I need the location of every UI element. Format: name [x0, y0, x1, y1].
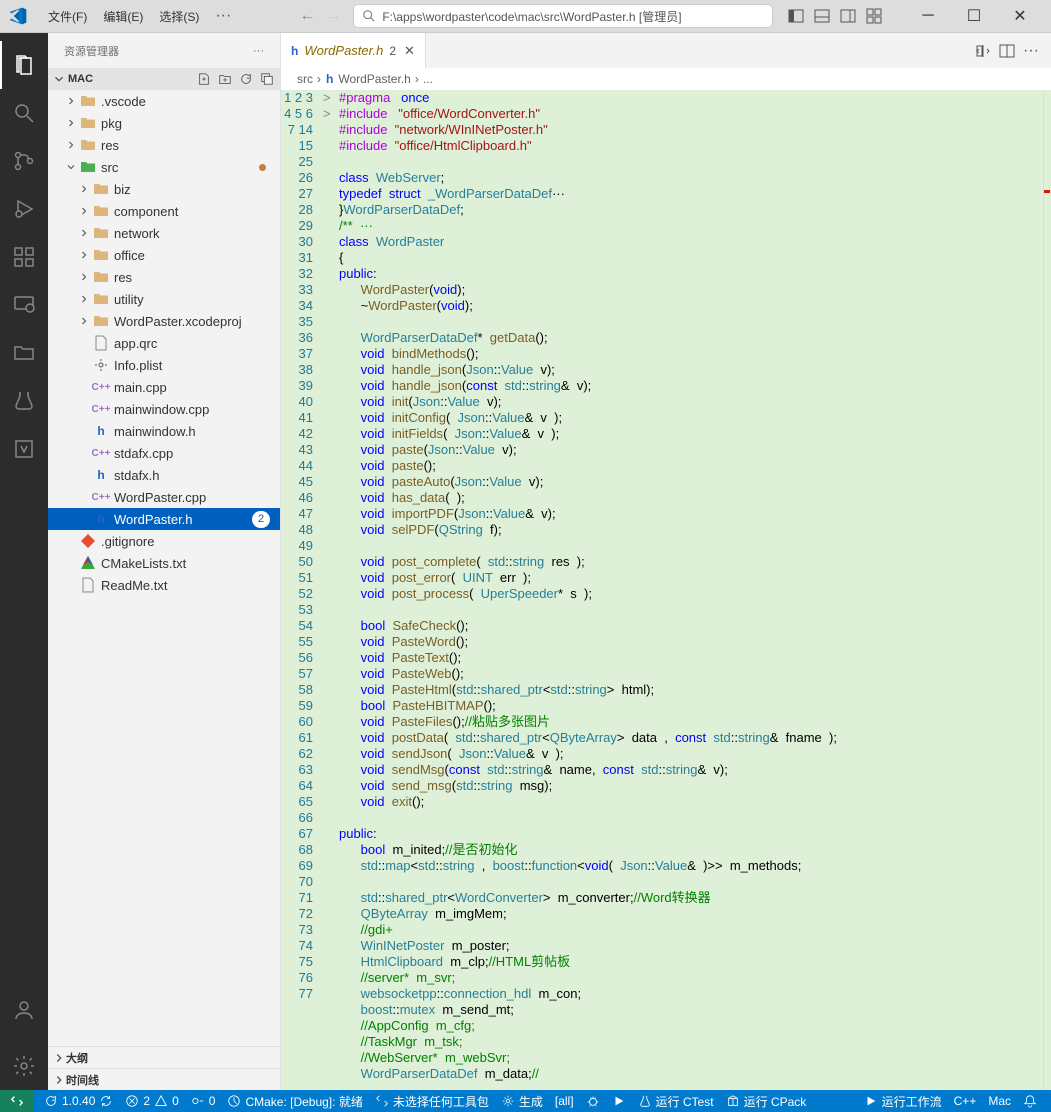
compare-icon[interactable]	[975, 43, 991, 59]
tree-item-main-cpp[interactable]: C++main.cpp	[48, 376, 280, 398]
tree-item-utility[interactable]: utility	[48, 288, 280, 310]
tree-item-readme-txt[interactable]: ReadMe.txt	[48, 574, 280, 596]
tree-item-cmakelists-txt[interactable]: CMakeLists.txt	[48, 552, 280, 574]
command-center[interactable]: F:\apps\wordpaster\code\mac\src\WordPast…	[353, 4, 773, 28]
new-file-icon[interactable]	[197, 72, 211, 86]
tree-item-app-qrc[interactable]: app.qrc	[48, 332, 280, 354]
tab-more[interactable]: ···	[1023, 42, 1039, 60]
timeline-section[interactable]: 时间线	[48, 1068, 280, 1090]
sidebar-title: 资源管理器 ···	[48, 33, 280, 68]
activity-explorer[interactable]	[0, 41, 48, 89]
h-file-icon: h	[326, 72, 333, 86]
chevron-down-icon	[52, 72, 66, 86]
tree-item--gitignore[interactable]: .gitignore	[48, 530, 280, 552]
activity-remote[interactable]	[0, 281, 48, 329]
activity-folder[interactable]	[0, 329, 48, 377]
status-problems[interactable]: 20	[119, 1094, 184, 1108]
h-file-icon: h	[291, 44, 298, 58]
nav-back[interactable]: ←	[299, 7, 315, 25]
close-icon[interactable]: ✕	[404, 43, 415, 59]
status-build[interactable]: 生成	[495, 1093, 549, 1110]
tree-item-office[interactable]: office	[48, 244, 280, 266]
tree-item-src[interactable]: src	[48, 156, 280, 178]
activity-account[interactable]	[0, 986, 48, 1034]
layout-panel-icon[interactable]	[811, 5, 833, 27]
layout-sidebar-right-icon[interactable]	[837, 5, 859, 27]
status-notifications[interactable]	[1017, 1093, 1043, 1110]
tree-item-res[interactable]: res	[48, 134, 280, 156]
status-debug-launch[interactable]	[580, 1094, 606, 1108]
statusbar: 1.0.40 20 0 CMake: [Debug]: 就绪 未选择任何工具包 …	[0, 1090, 1051, 1112]
tree-root[interactable]: MAC	[48, 68, 280, 90]
menu-more[interactable]: ···	[207, 3, 239, 29]
nav-forward[interactable]: →	[325, 7, 341, 25]
menu-edit[interactable]: 编辑(E)	[95, 4, 151, 29]
tree-item-wordpaster-xcodeproj[interactable]: WordPaster.xcodeproj	[48, 310, 280, 332]
tree-item-wordpaster-cpp[interactable]: C++WordPaster.cpp	[48, 486, 280, 508]
tree-item-component[interactable]: component	[48, 200, 280, 222]
status-kit[interactable]: 未选择任何工具包	[369, 1093, 495, 1110]
window-close[interactable]: ✕	[997, 0, 1043, 33]
tab-wordpaster-h[interactable]: h WordPaster.h 2 ✕	[281, 33, 426, 68]
status-lang[interactable]: C++	[948, 1093, 983, 1110]
status-sync[interactable]: 1.0.40	[38, 1094, 119, 1108]
window-minimize[interactable]: ─	[905, 0, 951, 33]
tree-item-wordpaster-h[interactable]: hWordPaster.h2	[48, 508, 280, 530]
status-ctest[interactable]: 运行 CTest	[632, 1093, 720, 1110]
split-icon[interactable]	[999, 43, 1015, 59]
search-icon	[362, 9, 376, 23]
titlebar: 文件(F) 编辑(E) 选择(S) ··· ← → F:\apps\wordpa…	[0, 0, 1051, 33]
activity-settings[interactable]	[0, 1042, 48, 1090]
minimap[interactable]	[1043, 90, 1051, 1090]
menu-select[interactable]: 选择(S)	[151, 4, 207, 29]
tree-item-pkg[interactable]: pkg	[48, 112, 280, 134]
layout-controls	[785, 5, 885, 27]
new-folder-icon[interactable]	[218, 72, 232, 86]
tree-item-stdafx-cpp[interactable]: C++stdafx.cpp	[48, 442, 280, 464]
breadcrumb[interactable]: src› h WordPaster.h› ...	[281, 68, 1051, 90]
tree-item-stdafx-h[interactable]: hstdafx.h	[48, 464, 280, 486]
outline-section[interactable]: 大纲	[48, 1046, 280, 1068]
vscode-logo	[8, 6, 28, 26]
activity-cmake[interactable]	[0, 425, 48, 473]
menu-file[interactable]: 文件(F)	[40, 4, 95, 29]
tree-item-biz[interactable]: biz	[48, 178, 280, 200]
remote-indicator[interactable]	[0, 1090, 34, 1112]
nav-arrows: ← →	[299, 7, 341, 25]
code-editor[interactable]: 1 2 3 4 5 6 7 14 15 25 26 27 28 29 30 31…	[281, 90, 1051, 1090]
error-marker	[1044, 190, 1050, 193]
activity-bar	[0, 33, 48, 1090]
status-ports[interactable]: 0	[185, 1094, 222, 1108]
tree-item-mainwindow-h[interactable]: hmainwindow.h	[48, 420, 280, 442]
status-run[interactable]	[606, 1094, 632, 1108]
layout-sidebar-left-icon[interactable]	[785, 5, 807, 27]
tree-item-res[interactable]: res	[48, 266, 280, 288]
activity-extensions[interactable]	[0, 233, 48, 281]
status-cpack[interactable]: 运行 CPack	[720, 1093, 813, 1110]
refresh-icon[interactable]	[239, 72, 253, 86]
status-platform[interactable]: Mac	[982, 1093, 1017, 1110]
sidebar-more[interactable]: ···	[253, 45, 264, 57]
tree-item-network[interactable]: network	[48, 222, 280, 244]
window-maximize[interactable]: ☐	[951, 0, 997, 33]
activity-testing[interactable]	[0, 377, 48, 425]
collapse-icon[interactable]	[260, 72, 274, 86]
file-tree: .vscodepkgressrcbizcomponentnetworkoffic…	[48, 90, 280, 1046]
activity-scm[interactable]	[0, 137, 48, 185]
sidebar: 资源管理器 ··· MAC .vscodepkgressrcbizcompone…	[48, 33, 281, 1090]
editor-area: h WordPaster.h 2 ✕ ··· src› h WordPaster…	[281, 33, 1051, 1090]
tree-item--vscode[interactable]: .vscode	[48, 90, 280, 112]
tree-item-mainwindow-cpp[interactable]: C++mainwindow.cpp	[48, 398, 280, 420]
activity-debug[interactable]	[0, 185, 48, 233]
tree-item-info-plist[interactable]: Info.plist	[48, 354, 280, 376]
activity-search[interactable]	[0, 89, 48, 137]
status-cmake[interactable]: CMake: [Debug]: 就绪	[221, 1093, 368, 1110]
layout-customize-icon[interactable]	[863, 5, 885, 27]
editor-tabs: h WordPaster.h 2 ✕ ···	[281, 33, 1051, 68]
status-workflow[interactable]: 运行工作流	[858, 1093, 948, 1110]
status-target[interactable]: [all]	[549, 1094, 580, 1108]
